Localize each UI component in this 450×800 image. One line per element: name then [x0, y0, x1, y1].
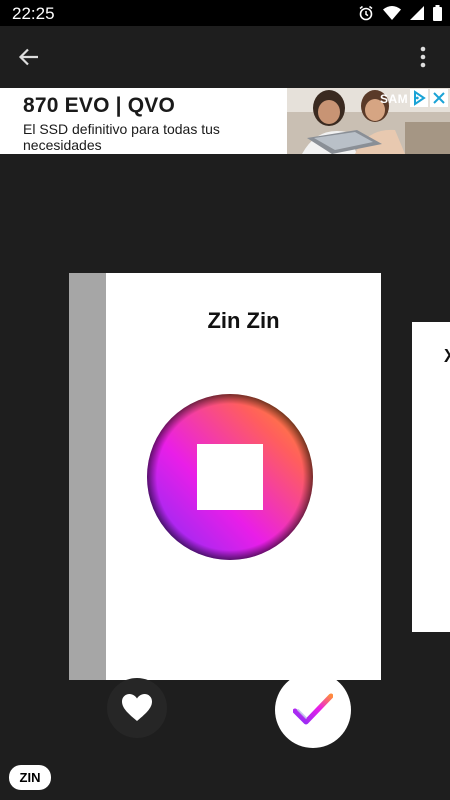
status-icons	[358, 5, 442, 21]
signal-icon	[410, 6, 424, 20]
ad-headline: 870 EVO | QVO	[23, 94, 176, 117]
card-spine	[69, 273, 106, 680]
close-icon	[433, 92, 445, 104]
checkmark-icon	[293, 693, 333, 725]
app-bar	[0, 26, 450, 88]
ad-brand: SAM	[380, 92, 409, 106]
wifi-icon	[383, 6, 401, 20]
more-options-button[interactable]	[408, 42, 438, 72]
ad-body: El SSD definitivo para todas tus necesid…	[23, 121, 220, 153]
gradient-circle-stop-icon	[147, 394, 313, 560]
arrow-left-icon	[18, 48, 38, 66]
back-button[interactable]	[14, 42, 44, 72]
status-time: 22:25	[12, 4, 55, 23]
zine-card[interactable]: Zin Zin	[69, 273, 381, 680]
done-button[interactable]	[275, 672, 351, 748]
like-button[interactable]	[107, 678, 167, 738]
battery-icon	[433, 5, 442, 21]
ad-choices-button[interactable]	[410, 89, 428, 107]
status-bar: 22:25	[0, 0, 450, 26]
ad-close-button[interactable]	[430, 89, 448, 107]
ad-choices-icon	[414, 90, 426, 106]
next-card-preview[interactable]: X	[412, 322, 450, 632]
more-vert-icon	[420, 46, 426, 68]
alarm-icon	[359, 5, 373, 21]
next-card-title-fragment: X	[444, 346, 450, 367]
card-title: Zin Zin	[207, 308, 280, 333]
ad-banner[interactable]: 870 EVO | QVO El SSD definitivo para tod…	[0, 88, 450, 154]
heart-icon	[122, 694, 152, 721]
zin-badge[interactable]: ZIN	[9, 765, 51, 790]
